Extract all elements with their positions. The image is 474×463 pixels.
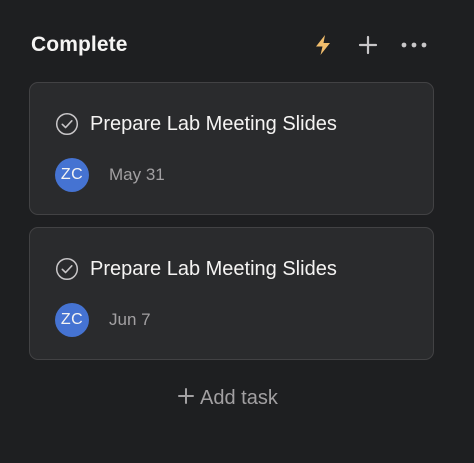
column-header: Complete bbox=[31, 28, 441, 64]
task-name[interactable]: Prepare Lab Meeting Slides bbox=[90, 113, 337, 136]
avatar[interactable]: ZC bbox=[55, 158, 89, 192]
add-task-button[interactable]: Add task bbox=[178, 385, 278, 411]
plus-icon bbox=[178, 387, 194, 409]
check-circle-icon[interactable] bbox=[55, 112, 79, 136]
plus-icon[interactable] bbox=[355, 32, 381, 58]
task-card[interactable]: Prepare Lab Meeting Slides ZC Jun 7 bbox=[29, 227, 434, 360]
column-title[interactable]: Complete bbox=[31, 33, 127, 57]
task-name[interactable]: Prepare Lab Meeting Slides bbox=[90, 258, 337, 281]
due-date[interactable]: May 31 bbox=[109, 165, 165, 185]
check-circle-icon[interactable] bbox=[55, 257, 79, 281]
more-icon[interactable] bbox=[401, 32, 427, 58]
board-column: Complete Prepare Lab Meeting Slides ZC M… bbox=[0, 0, 474, 463]
task-card[interactable]: Prepare Lab Meeting Slides ZC May 31 bbox=[29, 82, 434, 215]
add-task-label: Add task bbox=[200, 386, 278, 409]
lightning-bolt-icon[interactable] bbox=[310, 32, 336, 58]
avatar[interactable]: ZC bbox=[55, 303, 89, 337]
due-date[interactable]: Jun 7 bbox=[109, 310, 151, 330]
